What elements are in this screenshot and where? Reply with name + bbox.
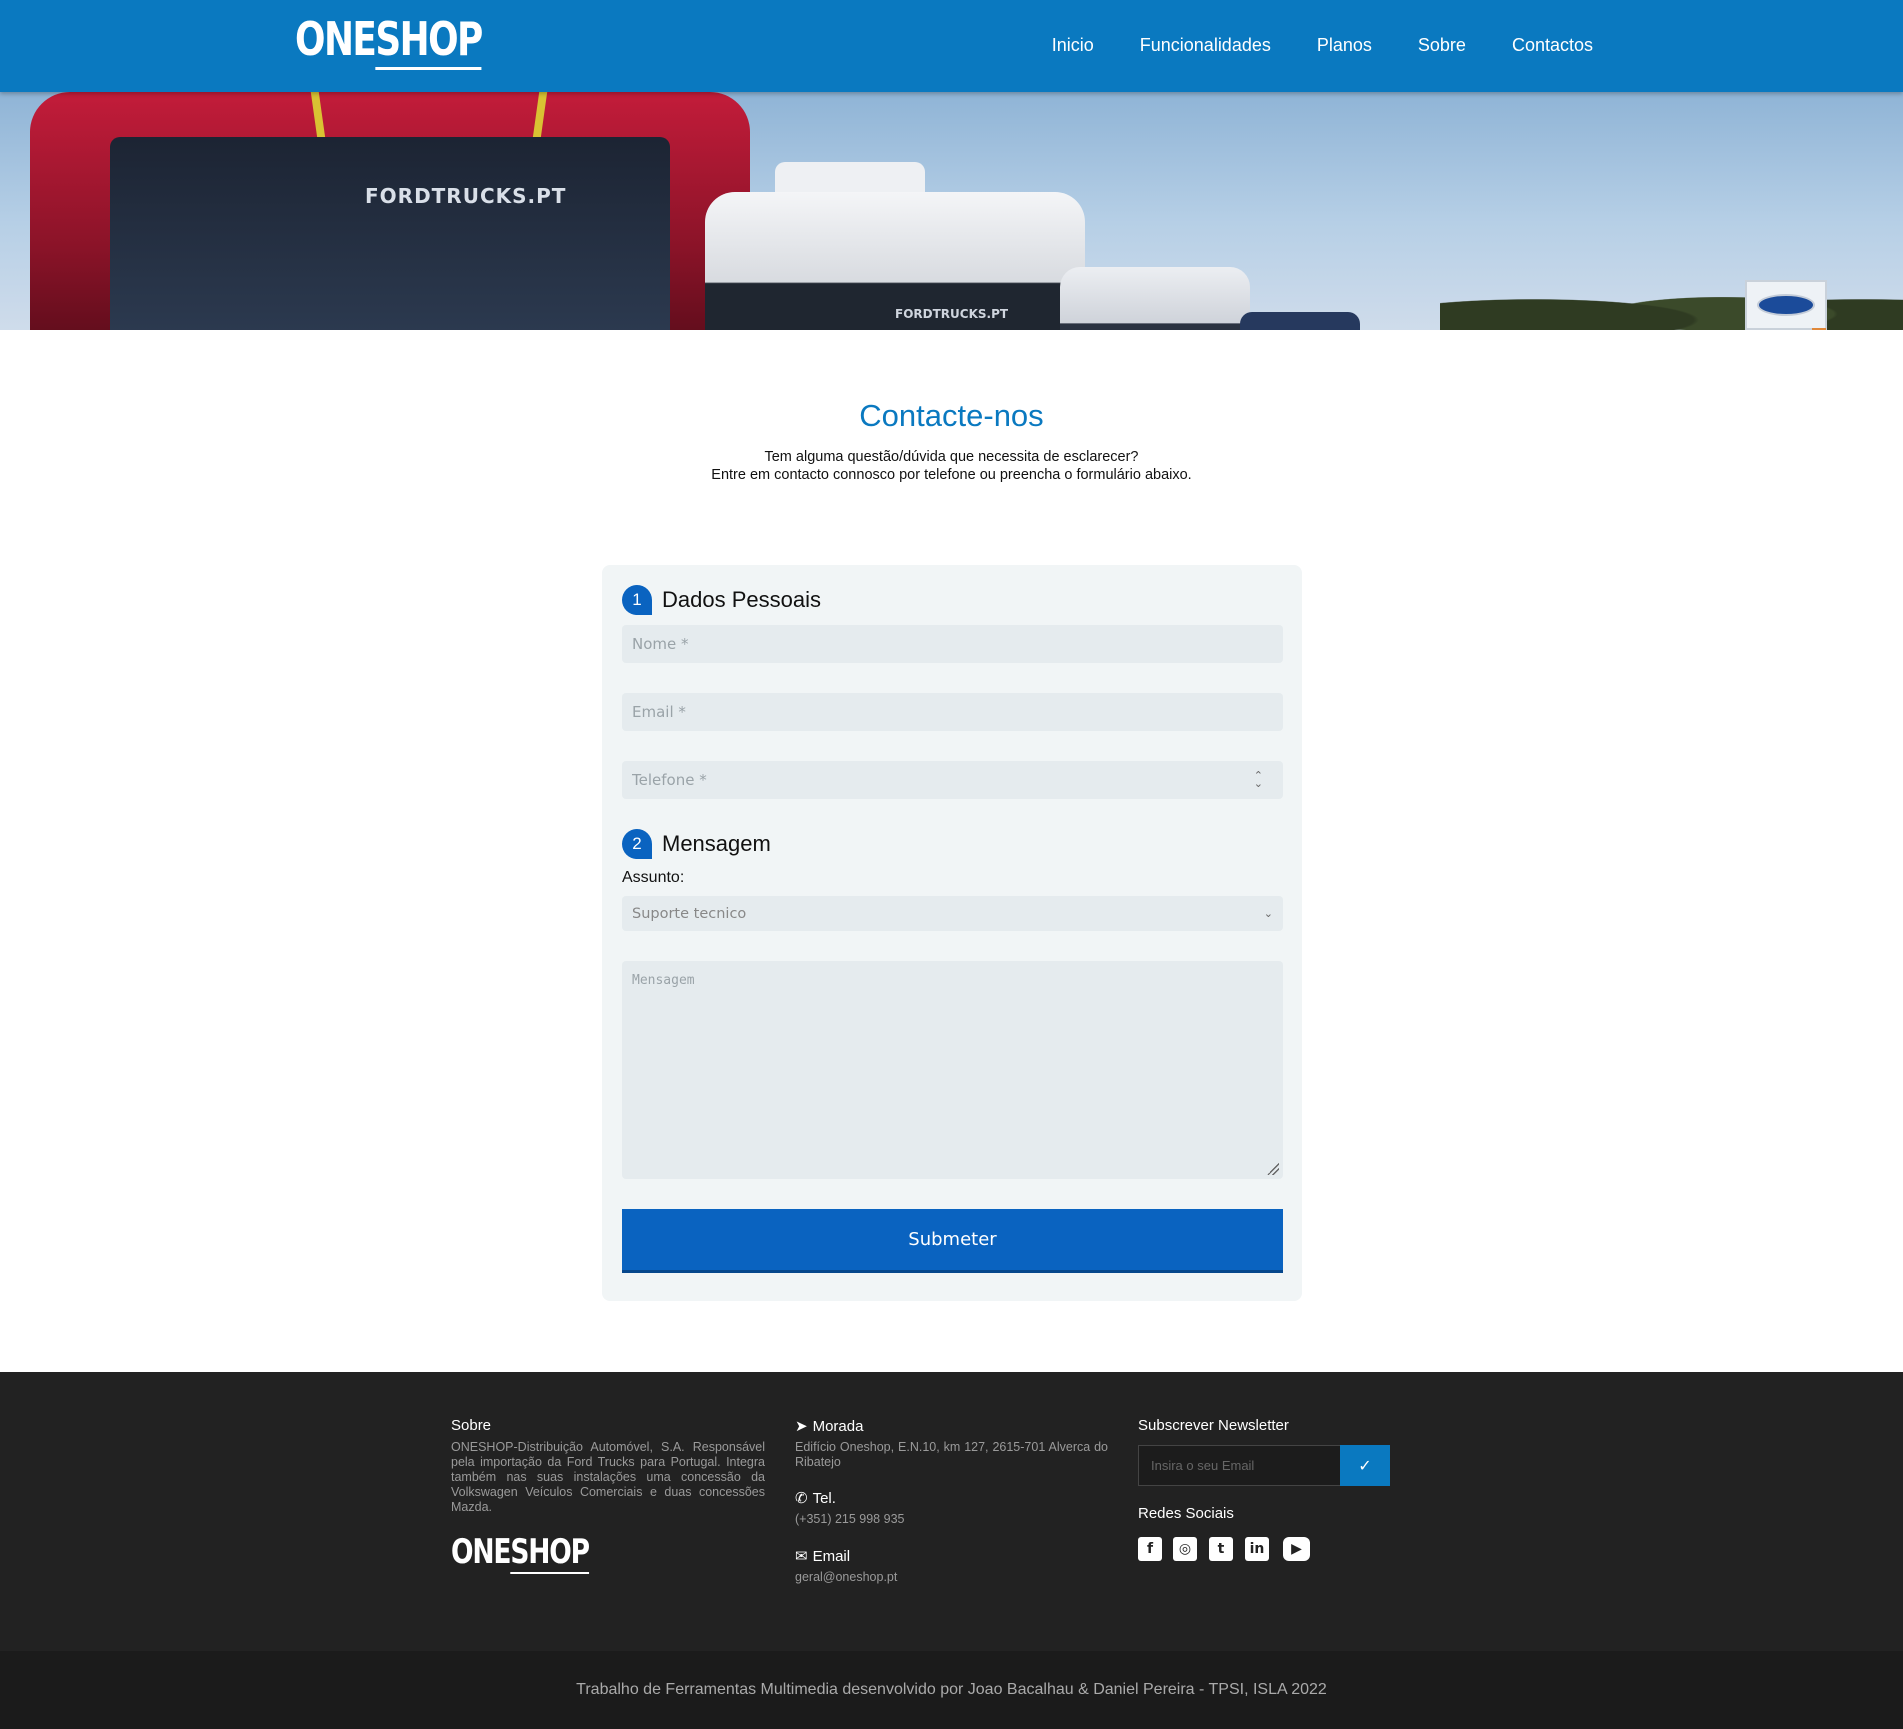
address-title-text: Morada xyxy=(812,1417,864,1435)
truck-windshield xyxy=(110,137,670,330)
instagram-icon[interactable]: ◎ xyxy=(1173,1537,1197,1561)
nav-link-contactos[interactable]: Contactos xyxy=(1512,35,1593,56)
chevron-down-icon: ⌄ xyxy=(1263,907,1273,920)
contact-subtitle-line2: Entre em contacto connosco por telefone … xyxy=(711,467,1192,483)
sign-pole xyxy=(1812,328,1826,330)
contact-form-card: 1 Dados Pessoais ⌃⌄ 2 Mensagem Assunto: … xyxy=(602,565,1302,1301)
footer-about-text: ONESHOP-Distribuição Automóvel, S.A. Res… xyxy=(451,1440,765,1514)
submit-button[interactable]: Submeter xyxy=(622,1209,1283,1273)
subject-label: Assunto: xyxy=(622,869,685,886)
step-message: 2 Mensagem xyxy=(622,829,771,859)
footer-oneshop-logo[interactable]: ONESHOP xyxy=(451,1532,590,1574)
checkmark-icon: ✓ xyxy=(1358,1457,1372,1475)
email-title-text: Email xyxy=(812,1547,851,1565)
ford-logo-icon xyxy=(1757,294,1815,316)
logo-part-one: ONE xyxy=(451,1532,512,1572)
name-input[interactable] xyxy=(622,625,1283,663)
step-title: Mensagem xyxy=(662,831,771,856)
number-spinner-icon[interactable]: ⌃ ⌄ xyxy=(1254,771,1263,790)
message-placeholder: Mensagem xyxy=(632,973,695,988)
step-number-badge: 1 xyxy=(622,585,652,615)
phone-icon: ✆ xyxy=(795,1490,808,1507)
white-truck: FORDTRUCKS.PT xyxy=(705,162,1085,330)
phone-input[interactable] xyxy=(622,761,1283,799)
logo-part-one: ONE xyxy=(295,12,377,66)
hero-banner-image: FORDTRUCKS.PT FORDTRUCKS.PT xyxy=(0,92,1903,330)
nav-link-sobre[interactable]: Sobre xyxy=(1418,35,1466,56)
logo-part-shop: SHOP xyxy=(510,1532,590,1574)
email-input[interactable] xyxy=(622,693,1283,731)
blue-truck xyxy=(1240,312,1360,330)
site-footer: Sobre ONESHOP-Distribuição Automóvel, S.… xyxy=(0,1372,1903,1651)
resize-handle-icon[interactable] xyxy=(1267,1163,1279,1175)
envelope-icon: ✉ xyxy=(795,1548,808,1565)
contact-title: Contacte-nos xyxy=(859,398,1044,433)
location-arrow-icon: ➤ xyxy=(795,1418,808,1435)
truck-label: FORDTRUCKS.PT xyxy=(365,184,567,208)
red-truck: FORDTRUCKS.PT xyxy=(30,92,750,330)
newsletter-email-input[interactable]: Insira o seu Email xyxy=(1138,1445,1341,1486)
youtube-icon[interactable]: ▶ xyxy=(1283,1537,1310,1561)
footer-email-text[interactable]: geral@oneshop.pt xyxy=(795,1570,897,1585)
footer-address-text: Edifício Oneshop, E.N.10, km 127, 2615-7… xyxy=(795,1440,1108,1469)
subject-select[interactable]: Suporte tecnico ⌄ xyxy=(622,896,1283,931)
truck-roof-unit xyxy=(775,162,925,192)
oneshop-logo[interactable]: ONESHOP xyxy=(295,12,483,70)
nav-link-funcionalidades[interactable]: Funcionalidades xyxy=(1140,35,1271,56)
linkedin-icon[interactable]: in xyxy=(1245,1537,1269,1561)
footer-email-title: ✉ Email xyxy=(795,1547,851,1566)
message-textarea[interactable]: Mensagem xyxy=(622,961,1283,1179)
site-header: ONESHOP Inicio Funcionalidades Planos So… xyxy=(0,0,1903,92)
footer-address-title: ➤ Morada xyxy=(795,1417,864,1436)
facebook-icon[interactable]: f xyxy=(1138,1537,1162,1561)
social-title: Redes Sociais xyxy=(1138,1505,1234,1522)
contact-subtitle-line1: Tem alguma questão/dúvida que necessita … xyxy=(764,449,1139,465)
step-title: Dados Pessoais xyxy=(662,587,821,612)
twitter-icon[interactable]: t xyxy=(1209,1537,1233,1561)
newsletter-title: Subscrever Newsletter xyxy=(1138,1417,1289,1434)
ford-sign xyxy=(1745,280,1827,330)
step-number-badge: 2 xyxy=(622,829,652,859)
footer-credits: Trabalho de Ferramentas Multimedia desen… xyxy=(0,1651,1903,1729)
phone-field-wrapper: ⌃⌄ xyxy=(602,761,1302,799)
subject-selected-value: Suporte tecnico xyxy=(632,905,747,922)
phone-title-text: Tel. xyxy=(812,1489,836,1507)
footer-about-title: Sobre xyxy=(451,1417,492,1434)
newsletter-submit-button[interactable]: ✓ xyxy=(1340,1445,1390,1486)
nav-link-planos[interactable]: Planos xyxy=(1317,35,1372,56)
step-personal-data: 1 Dados Pessoais xyxy=(622,585,821,615)
footer-phone-text: (+351) 215 998 935 xyxy=(795,1512,905,1526)
main-nav: Inicio Funcionalidades Planos Sobre Cont… xyxy=(1052,35,1593,56)
footer-phone-title: ✆ Tel. xyxy=(795,1489,836,1508)
truck-label: FORDTRUCKS.PT xyxy=(895,307,1009,321)
nav-link-inicio[interactable]: Inicio xyxy=(1052,35,1094,56)
white-truck-far xyxy=(1060,267,1250,330)
logo-part-shop: SHOP xyxy=(375,12,483,70)
trees-background xyxy=(1440,272,1903,330)
